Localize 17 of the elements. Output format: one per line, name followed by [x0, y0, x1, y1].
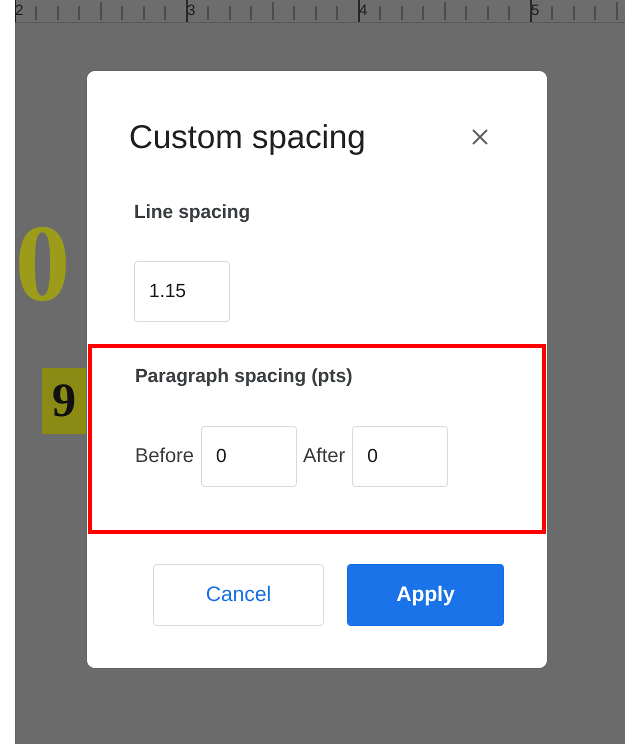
section-label: Paragraph spacing (pts) [135, 366, 354, 388]
input-field[interactable]: 0 [200, 426, 297, 487]
apply-button[interactable]: Apply [347, 564, 504, 626]
close-icon[interactable] [471, 128, 489, 146]
field-label: After [302, 445, 346, 468]
ruler-number: 3 [187, 1, 196, 21]
ruler-number: 4 [359, 1, 368, 21]
dialog-title: Custom spacing [129, 117, 366, 157]
input-field[interactable]: 0 [352, 426, 448, 487]
input-field[interactable]: 1.15 [134, 261, 230, 322]
document-text: 0 [15, 208, 70, 318]
document-text: 9 [42, 368, 86, 434]
ruler-number: 2 [15, 1, 24, 21]
ruler-number: 5 [531, 1, 540, 21]
field-label: Before [135, 445, 194, 468]
section-label: Line spacing [134, 202, 252, 224]
cancel-button[interactable]: Cancel [153, 564, 324, 626]
